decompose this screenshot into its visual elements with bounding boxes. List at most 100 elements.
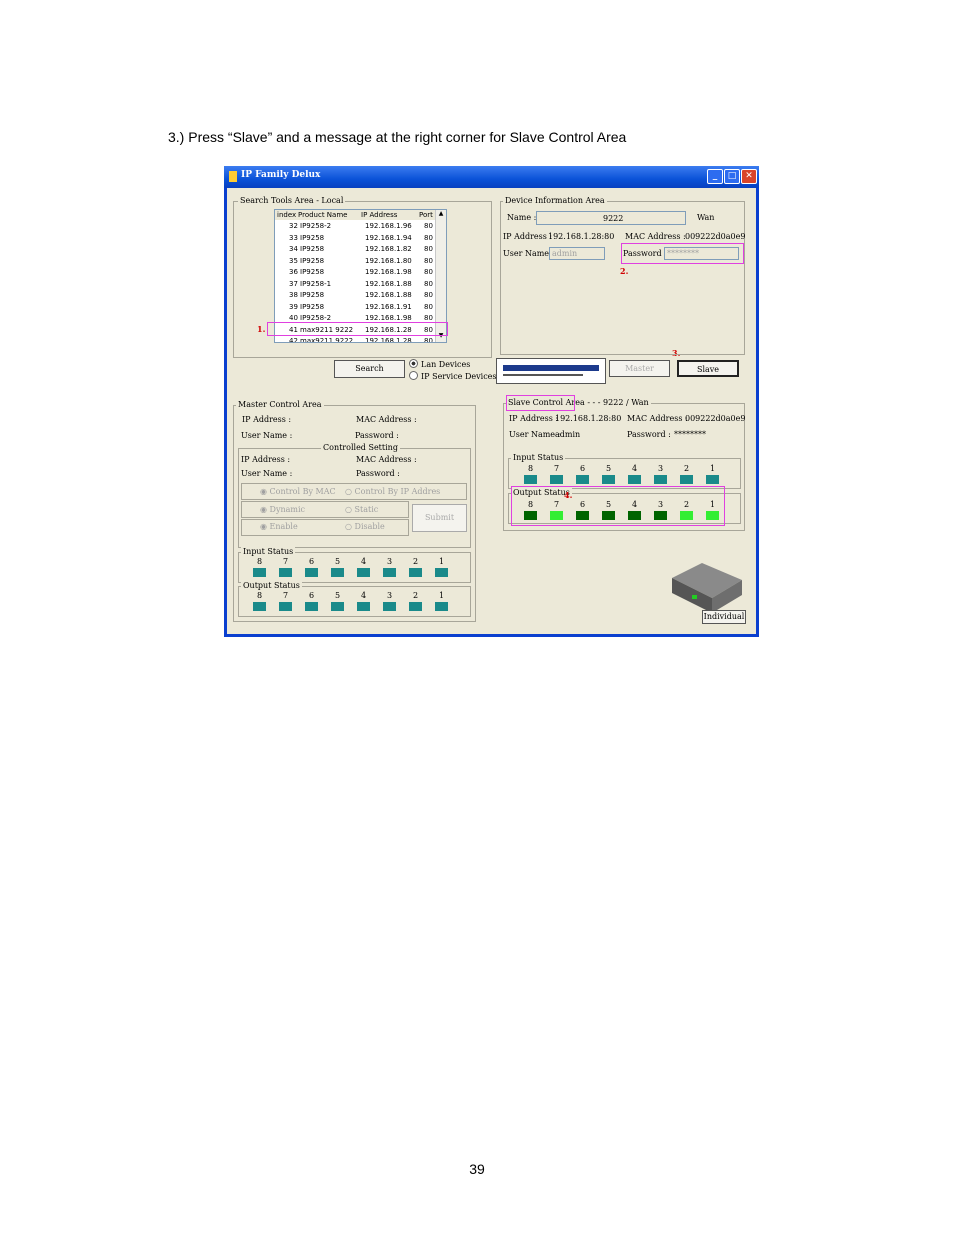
m-input-channel-label: 2 <box>413 557 419 566</box>
c-password-label: Password : <box>356 469 400 478</box>
cell-name: IP9258-1 <box>300 279 332 288</box>
name-field[interactable]: 9222 <box>536 211 686 225</box>
s-output-channel-label: 3 <box>658 500 664 509</box>
m-input-led-3 <box>383 568 396 577</box>
m-output-led-6 <box>305 602 318 611</box>
master-button[interactable]: Master <box>609 360 670 377</box>
m-input-led-7 <box>279 568 292 577</box>
submit-button[interactable]: Submit <box>412 504 467 532</box>
s-input-led-5 <box>602 475 615 484</box>
col-ip[interactable]: IP Address <box>361 211 397 219</box>
by-ip-radio[interactable]: ○ Control By IP Addres <box>345 487 440 496</box>
s-output-channel-label: 8 <box>528 500 534 509</box>
table-row[interactable]: 32 IP9258-2 192.168.1.96 80 <box>275 221 435 233</box>
annotation-1: 1. <box>257 324 266 334</box>
cell-index: 32 <box>289 222 298 230</box>
scroll-up-icon[interactable]: ▲ <box>436 210 446 220</box>
highlight-output <box>511 486 725 526</box>
cell-ip: 192.168.1.98 <box>365 268 412 276</box>
close-button[interactable]: ✕ <box>741 169 757 184</box>
table-row[interactable]: 34 IP9258 192.168.1.82 80 <box>275 244 435 256</box>
cell-name: IP9258-2 <box>300 222 332 230</box>
s-ip-label: IP Address : <box>509 414 559 423</box>
disable-radio[interactable]: ○ Disable <box>345 522 385 531</box>
cell-port: 80 <box>424 222 433 230</box>
s-output-channel-label: 5 <box>606 500 612 509</box>
m-input-led-4 <box>357 568 370 577</box>
user-value: admin <box>552 249 578 258</box>
s-input-channel-label: 3 <box>658 464 664 473</box>
table-row[interactable]: 33 IP9258 192.168.1.94 80 <box>275 233 435 245</box>
slave-button[interactable]: Slave <box>677 360 739 377</box>
table-row[interactable]: 37 IP9258-1 192.168.1.88 80 <box>275 279 435 291</box>
table-row[interactable]: 36 IP9258 192.168.1.98 80 <box>275 267 435 279</box>
static-radio[interactable]: ○ Static <box>345 505 378 514</box>
by-mac-radio[interactable]: ◉ Control By MAC <box>260 487 336 496</box>
s-input-led-4 <box>628 475 641 484</box>
maximize-button[interactable]: □ <box>724 169 740 184</box>
m-input-channel-label: 7 <box>283 557 289 566</box>
m-input-channel-label: 1 <box>439 557 445 566</box>
caption: 3.) Press “Slave” and a message at the r… <box>168 129 627 145</box>
m-input-status-label: Input Status <box>241 547 296 556</box>
enable-radio[interactable]: ◉ Enable <box>260 522 298 531</box>
cell-ip: 192.168.1.80 <box>365 256 412 265</box>
s-output-channel-label: 7 <box>554 500 560 509</box>
individual-button[interactable]: Individual <box>702 610 746 624</box>
m-input-led-2 <box>409 568 422 577</box>
s-input-channel-label: 1 <box>710 464 716 473</box>
col-index[interactable]: index <box>277 211 296 219</box>
table-row[interactable]: 35 IP9258 192.168.1.80 80 <box>275 256 435 268</box>
s-output-led-3 <box>654 511 667 520</box>
cell-port: 80 <box>424 302 433 311</box>
m-input-led-6 <box>305 568 318 577</box>
s-input-channel-label: 6 <box>580 464 586 473</box>
s-input-channel-label: 5 <box>606 464 612 473</box>
cell-index: 39 <box>289 302 298 311</box>
cell-port: 80 <box>424 245 433 253</box>
radio-lan[interactable]: Lan Devices <box>409 359 470 369</box>
highlight-password <box>621 243 744 264</box>
cell-name: IP9258 <box>300 256 325 265</box>
window-title: IP Family Delux <box>241 170 321 180</box>
radio-lan-label: Lan Devices <box>421 360 471 369</box>
user-field[interactable]: admin <box>549 247 605 260</box>
by-mac-label: Control By MAC <box>269 487 336 496</box>
s-user-label: User Name : <box>509 430 561 439</box>
mac-label: MAC Address : <box>625 232 686 241</box>
disable-label: Disable <box>354 522 385 531</box>
table-row[interactable]: 39 IP9258 192.168.1.91 80 <box>275 302 435 314</box>
name-label: Name : <box>507 213 537 222</box>
dynamic-label: Dynamic <box>269 505 306 514</box>
table-row[interactable]: 38 IP9258 192.168.1.88 80 <box>275 290 435 302</box>
s-input-channel-label: 4 <box>632 464 638 473</box>
highlight-row <box>267 322 448 336</box>
m-output-channel-label: 7 <box>283 591 289 600</box>
radio-service[interactable]: IP Service Devices <box>409 371 497 381</box>
cell-index: 40 <box>289 314 298 322</box>
brand-logo <box>496 358 606 384</box>
col-port[interactable]: Port <box>419 211 433 219</box>
m-input-led-1 <box>435 568 448 577</box>
m-output-channel-label: 3 <box>387 591 393 600</box>
app-window: IP Family Delux _ □ ✕ Search Tools Area … <box>224 166 759 637</box>
cell-port: 80 <box>424 337 433 343</box>
cell-ip: 192.168.1.88 <box>365 279 412 288</box>
m-output-channel-label: 1 <box>439 591 445 600</box>
m-output-channel-label: 8 <box>257 591 263 600</box>
cell-ip: 192.168.1.88 <box>365 291 412 299</box>
cell-name: IP9258 <box>300 268 325 276</box>
cell-index: 38 <box>289 291 298 299</box>
cell-index: 35 <box>289 256 298 265</box>
m-input-channel-label: 3 <box>387 557 393 566</box>
dynamic-radio[interactable]: ◉ Dynamic <box>260 505 305 514</box>
col-product[interactable]: Product Name <box>298 211 347 219</box>
table-row[interactable]: 42 max9211 9222 192.168.1.28 80 <box>275 336 435 343</box>
minimize-button[interactable]: _ <box>707 169 723 184</box>
s-output-led-1 <box>706 511 719 520</box>
cell-port: 80 <box>424 279 433 288</box>
m-output-status-label: Output Status <box>241 581 302 590</box>
cell-ip: 192.168.1.82 <box>365 245 412 253</box>
search-button[interactable]: Search <box>334 360 405 378</box>
radio-service-label: IP Service Devices <box>421 372 497 381</box>
